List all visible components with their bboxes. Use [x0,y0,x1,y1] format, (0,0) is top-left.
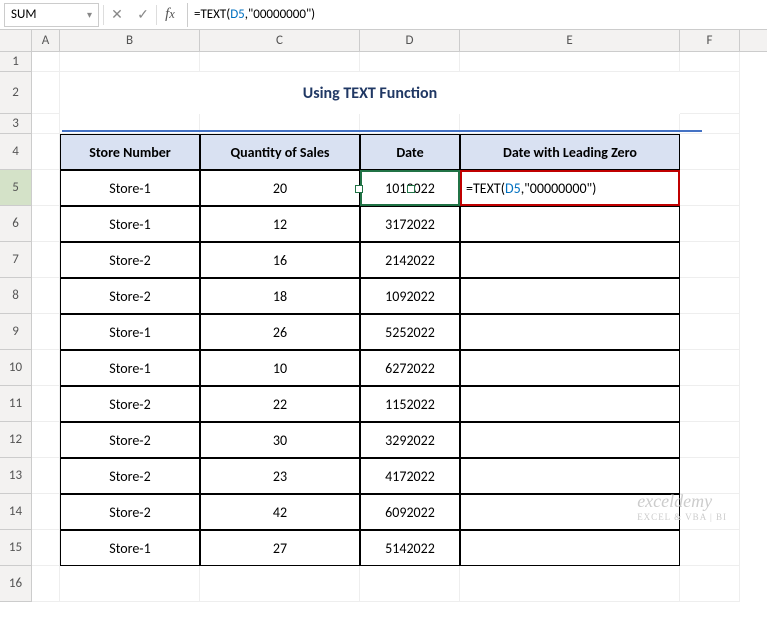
name-box-value: SUM [11,7,36,22]
row-headers: 1 2 3 4 5 6 7 8 9 10 11 12 13 14 15 16 [0,52,32,602]
cell-store[interactable]: Store-2 [60,494,200,530]
cell-date[interactable]: 1092022 [360,278,460,314]
th-datez[interactable]: Date with Leading Zero [460,134,680,170]
cell-datez[interactable] [460,242,680,278]
cell-store[interactable]: Store-2 [60,278,200,314]
row-header-4[interactable]: 4 [0,134,31,170]
cell-store[interactable]: Store-2 [60,242,200,278]
cell-datez[interactable] [460,494,680,530]
cell-store[interactable]: Store-1 [60,314,200,350]
row-header-13[interactable]: 13 [0,458,31,494]
fx-icon[interactable]: fx [157,3,183,27]
cell-date[interactable]: 5142022 [360,530,460,566]
cell-store[interactable]: Store-2 [60,422,200,458]
cell-datez[interactable] [460,386,680,422]
formula-bar: SUM ▾ ✕ ✓ fx =TEXT(D5,"00000000") [0,0,767,30]
cell-datez[interactable] [460,314,680,350]
cell-date[interactable]: 1152022 [360,386,460,422]
row-header-15[interactable]: 15 [0,530,31,566]
cell-qty[interactable]: 26 [200,314,360,350]
cell-qty[interactable]: 10 [200,350,360,386]
cell-datez[interactable] [460,278,680,314]
name-box[interactable]: SUM ▾ [4,3,99,27]
cell-qty[interactable]: 23 [200,458,360,494]
table-row: Store-1123172022 [32,206,767,242]
confirm-icon[interactable]: ✓ [130,3,156,27]
column-headers: A B C D E F [0,30,767,52]
cell-qty[interactable]: 42 [200,494,360,530]
cell-store[interactable]: Store-1 [60,206,200,242]
cell-date[interactable]: 6092022 [360,494,460,530]
cell-store[interactable]: Store-1 [60,530,200,566]
cell-store[interactable]: Store-2 [60,386,200,422]
formula-input[interactable]: =TEXT(D5,"00000000") [188,5,767,24]
cell-store[interactable]: Store-1 [60,170,200,206]
row-header-5[interactable]: 5 [0,170,31,206]
row-header-11[interactable]: 11 [0,386,31,422]
row-header-14[interactable]: 14 [0,494,31,530]
table-row: Store-1106272022 [32,350,767,386]
cell-qty[interactable]: 12 [200,206,360,242]
cell-qty[interactable]: 22 [200,386,360,422]
th-store[interactable]: Store Number [60,134,200,170]
col-header-C[interactable]: C [200,30,360,51]
grid[interactable]: Using TEXT Function Store Number Quantit… [32,52,767,602]
table-row: Store-2162142022 [32,242,767,278]
cell-datez[interactable] [460,350,680,386]
cell-date[interactable]: 3292022 [360,422,460,458]
formula-ref: D5 [230,7,245,22]
col-header-B[interactable]: B [60,30,200,51]
cell-store[interactable]: Store-1 [60,350,200,386]
cancel-icon[interactable]: ✕ [104,3,130,27]
row-header-6[interactable]: 6 [0,206,31,242]
row-header-10[interactable]: 10 [0,350,31,386]
cell-qty[interactable]: 20 [200,170,360,206]
editing-cell[interactable]: =TEXT(D5,"00000000") [460,170,680,206]
cell-qty[interactable]: 16 [200,242,360,278]
col-header-D[interactable]: D [360,30,460,51]
page-title: Using TEXT Function [60,72,680,114]
cell-date[interactable]: 3172022 [360,206,460,242]
row-header-12[interactable]: 12 [0,422,31,458]
col-header-E[interactable]: E [460,30,680,51]
table-row: Store-1265252022 [32,314,767,350]
cell-date[interactable]: 2142022 [360,242,460,278]
col-header-A[interactable]: A [32,30,60,51]
row-header-16[interactable]: 16 [0,566,31,602]
cell-qty[interactable]: 27 [200,530,360,566]
table-row: Store-1275142022 [32,530,767,566]
row-header-9[interactable]: 9 [0,314,31,350]
cell-datez[interactable] [460,530,680,566]
chevron-down-icon[interactable]: ▾ [87,8,92,21]
row-header-2[interactable]: 2 [0,72,31,114]
row-header-1[interactable]: 1 [0,52,31,72]
cell-date[interactable]: 4172022 [360,458,460,494]
table-row: Store-2426092022 [32,494,767,530]
cell-date[interactable]: 1012022 [360,170,460,206]
formula-suffix: ,"00000000") [245,7,315,22]
cell-store[interactable]: Store-2 [60,458,200,494]
formula-prefix: =TEXT( [194,7,230,22]
table-row: Store-2181092022 [32,278,767,314]
table-row: Store-2303292022 [32,422,767,458]
th-qty[interactable]: Quantity of Sales [200,134,360,170]
select-all-corner[interactable] [0,30,32,51]
col-header-F[interactable]: F [680,30,740,51]
table-row: Store-2221152022 [32,386,767,422]
cell-qty[interactable]: 18 [200,278,360,314]
cell-datez[interactable] [460,422,680,458]
cell-date[interactable]: 5252022 [360,314,460,350]
row-header-3[interactable]: 3 [0,114,31,134]
cell-date[interactable]: 6272022 [360,350,460,386]
row-header-8[interactable]: 8 [0,278,31,314]
row-header-7[interactable]: 7 [0,242,31,278]
th-date[interactable]: Date [360,134,460,170]
title-underline [62,130,702,132]
table-row: Store-1201012022=TEXT(D5,"00000000") [32,170,767,206]
cell-datez[interactable] [460,206,680,242]
table-row: Store-2234172022 [32,458,767,494]
cell-qty[interactable]: 30 [200,422,360,458]
cell-datez[interactable] [460,458,680,494]
